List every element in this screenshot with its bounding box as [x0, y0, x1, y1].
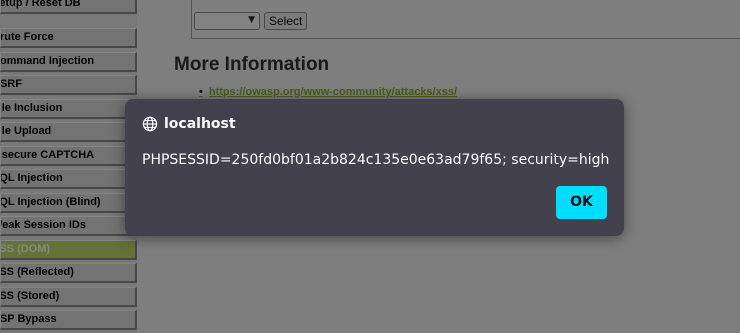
dialog-header: localhost [142, 115, 236, 133]
ok-button[interactable]: OK [556, 186, 607, 219]
dialog-title: localhost [164, 116, 236, 132]
alert-dialog: localhost PHPSESSID=250fd0bf01a2b824c135… [125, 99, 624, 236]
dialog-message: PHPSESSID=250fd0bf01a2b824c135e0e63ad79f… [142, 152, 610, 168]
globe-icon [142, 116, 158, 132]
